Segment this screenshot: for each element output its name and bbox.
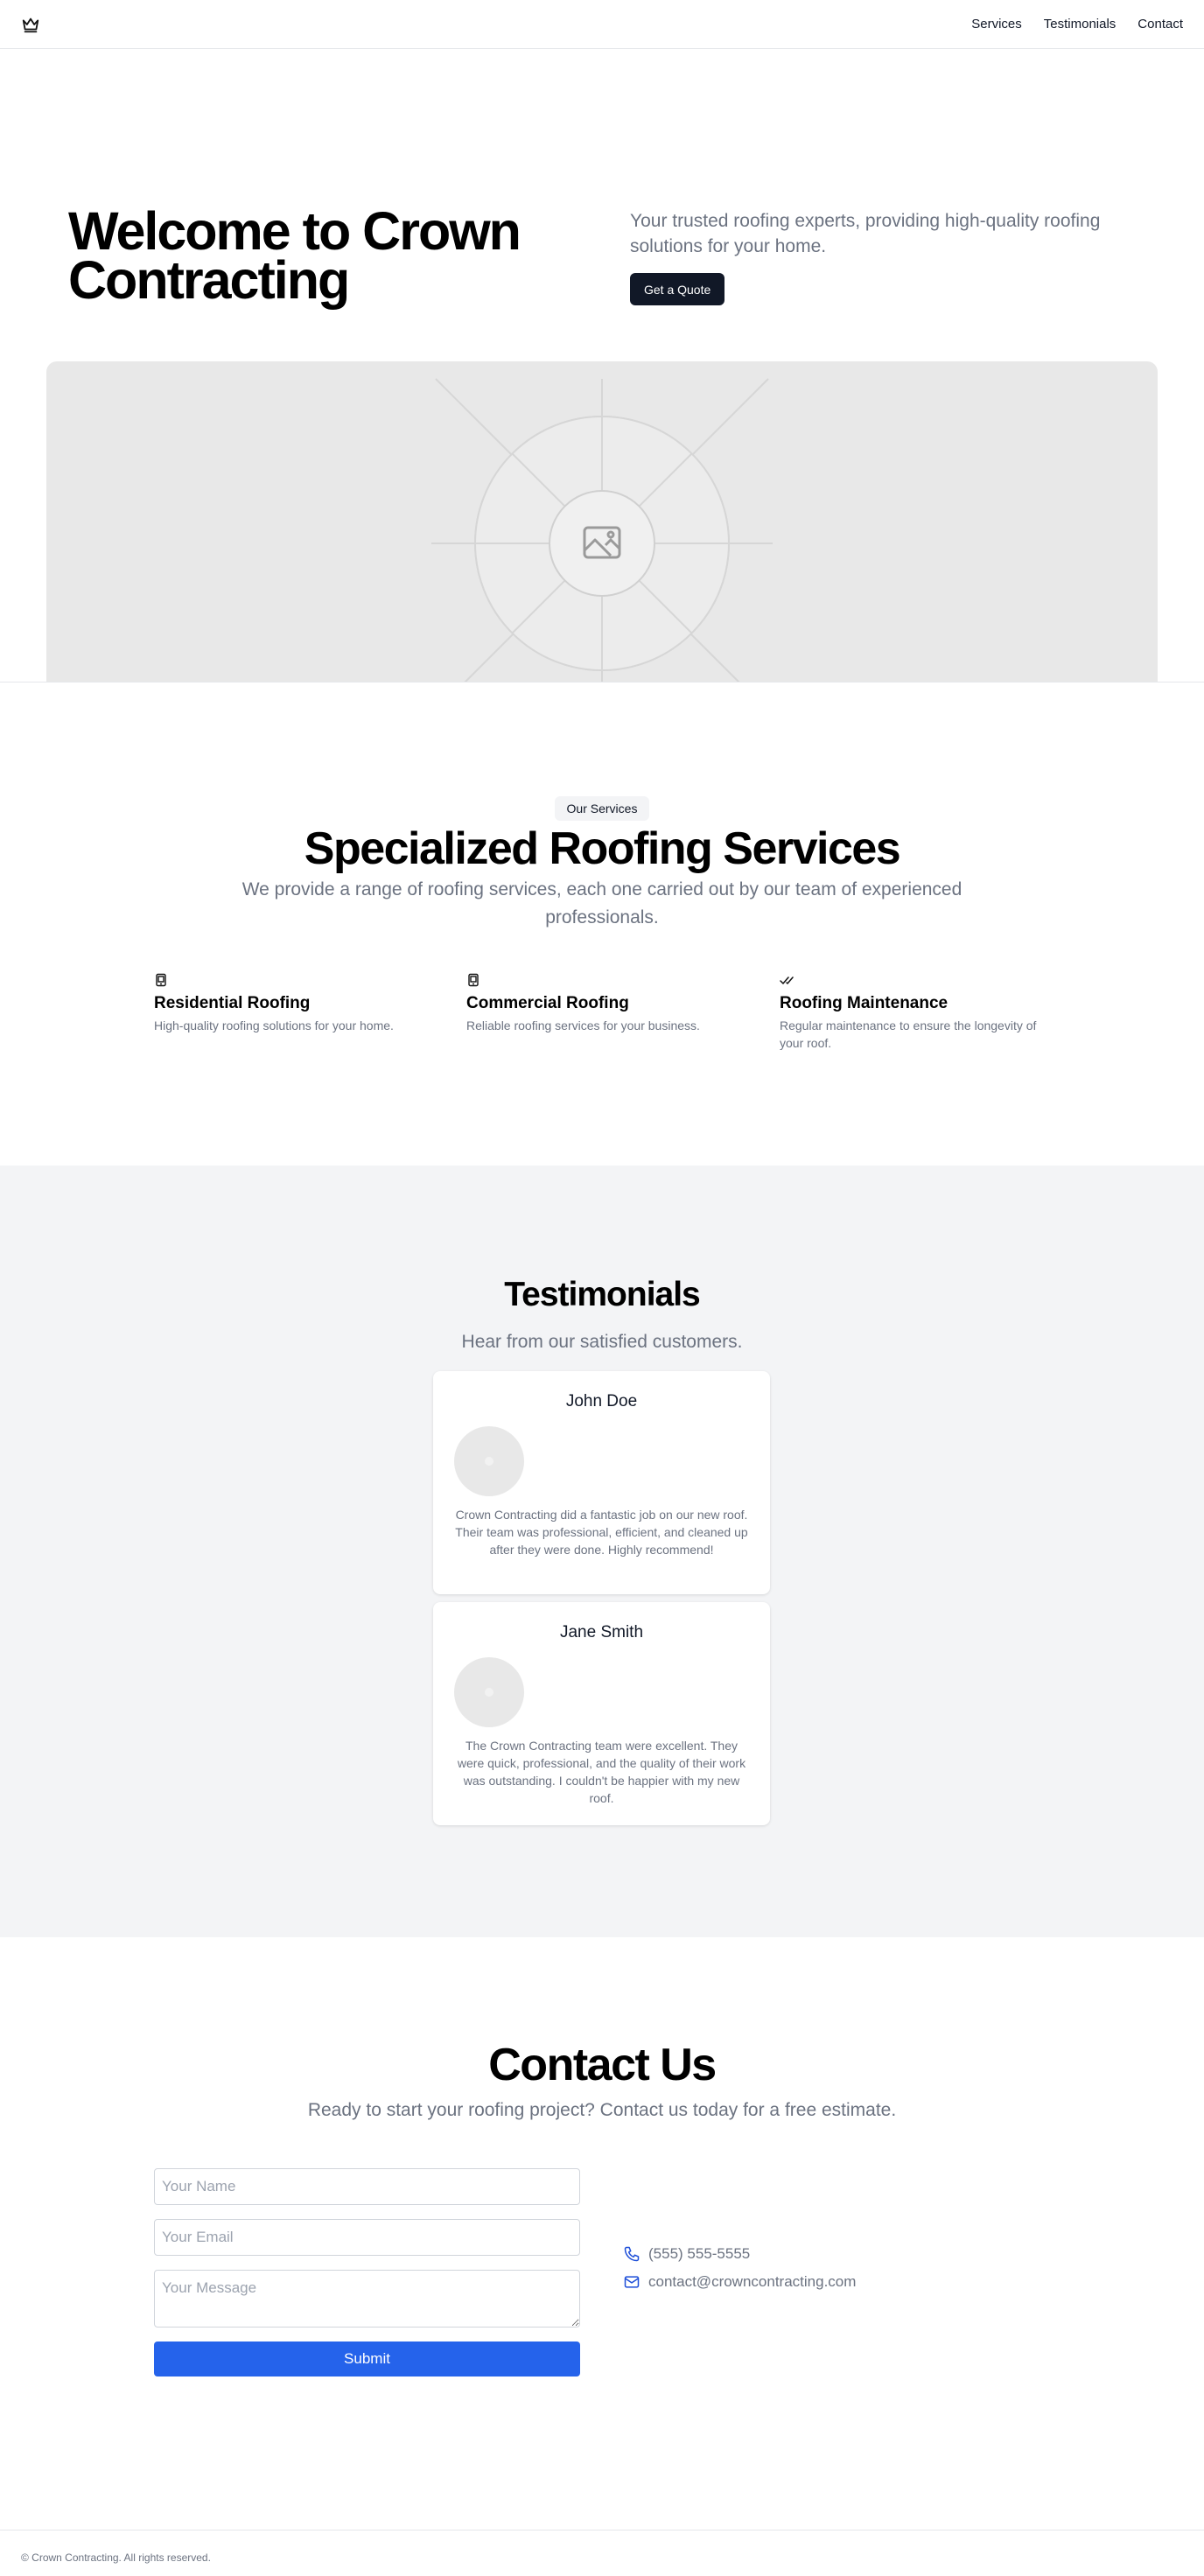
- hero-subtitle: Your trusted roofing experts, providing …: [630, 211, 1101, 256]
- testimonials-title: Testimonials: [504, 1276, 701, 1313]
- avatar-placeholder-icon: [485, 1457, 494, 1466]
- name-input[interactable]: [154, 2168, 580, 2205]
- testimonials-section: Testimonials Hear from our satisfied cus…: [0, 1166, 1204, 1937]
- testimonial-card: John Doe Crown Contracting did a fantast…: [433, 1371, 770, 1594]
- avatar: [454, 1657, 524, 1727]
- email-text[interactable]: contact@crowncontracting.com: [648, 2273, 856, 2291]
- contact-section: Contact Us Ready to start your roofing p…: [0, 1937, 1204, 2530]
- site-header: Services Testimonials Contact: [0, 0, 1204, 49]
- services-section: Our Services Specialized Roofing Service…: [0, 682, 1204, 1166]
- testimonial-text: The Crown Contracting team were excellen…: [457, 1739, 746, 1805]
- service-card-maintenance: Roofing Maintenance Regular maintenance …: [780, 973, 1042, 1052]
- service-description: Regular maintenance to ensure the longev…: [780, 1018, 1037, 1050]
- contact-title: Contact Us: [488, 2040, 717, 2090]
- testimonial-name: Jane Smith: [559, 1623, 644, 1642]
- message-textarea[interactable]: [154, 2270, 580, 2328]
- main-nav: Services Testimonials Contact: [971, 17, 1183, 32]
- crown-icon[interactable]: [21, 15, 40, 34]
- testimonial-name: John Doe: [565, 1392, 638, 1410]
- hero-title: Welcome to Crown Contracting: [68, 201, 522, 310]
- service-title: Roofing Maintenance: [780, 994, 948, 1012]
- get-quote-button[interactable]: Get a Quote: [630, 273, 725, 305]
- testimonial-card: Jane Smith The Crown Contracting team we…: [433, 1602, 770, 1825]
- nav-testimonials-link[interactable]: Testimonials: [1044, 17, 1116, 32]
- service-title: Residential Roofing: [154, 994, 311, 1012]
- avatar-placeholder-icon: [485, 1688, 494, 1697]
- phone-icon: [624, 2246, 640, 2262]
- service-description: High-quality roofing solutions for your …: [154, 1018, 394, 1032]
- copyright-text: © Crown Contracting. All rights reserved…: [21, 2552, 211, 2564]
- service-card-commercial: Commercial Roofing Reliable roofing serv…: [466, 973, 729, 1034]
- tablet-icon: [156, 973, 166, 987]
- services-badge: Our Services: [555, 796, 649, 821]
- email-input[interactable]: [154, 2219, 580, 2256]
- hero-section: Welcome to Crown Contracting Your truste…: [0, 49, 1204, 682]
- site-footer: © Crown Contracting. All rights reserved…: [0, 2530, 1204, 2571]
- testimonials-subtitle: Hear from our satisfied customers.: [461, 1332, 743, 1352]
- contact-email: contact@crowncontracting.com: [623, 2273, 856, 2291]
- nav-contact-link[interactable]: Contact: [1138, 17, 1183, 32]
- testimonial-text: Crown Contracting did a fantastic job on…: [455, 1508, 748, 1557]
- avatar: [454, 1426, 524, 1496]
- services-subtitle: We provide a range of roofing services, …: [242, 879, 962, 928]
- submit-button[interactable]: Submit: [154, 2342, 580, 2376]
- nav-services-link[interactable]: Services: [971, 17, 1022, 32]
- service-description: Reliable roofing services for your busin…: [466, 1018, 700, 1032]
- double-check-icon: [780, 976, 794, 984]
- mail-icon: [624, 2276, 640, 2288]
- phone-text[interactable]: (555) 555-5555: [648, 2245, 750, 2263]
- image-placeholder-icon: [431, 378, 773, 682]
- services-title: Specialized Roofing Services: [304, 823, 901, 874]
- tablet-icon: [468, 973, 479, 987]
- contact-subtitle: Ready to start your roofing project? Con…: [307, 2100, 897, 2120]
- service-title: Commercial Roofing: [466, 994, 629, 1012]
- service-card-residential: Residential Roofing High-quality roofing…: [154, 973, 416, 1034]
- hero-image-placeholder: [46, 361, 1158, 682]
- contact-phone: (555) 555-5555: [623, 2245, 750, 2263]
